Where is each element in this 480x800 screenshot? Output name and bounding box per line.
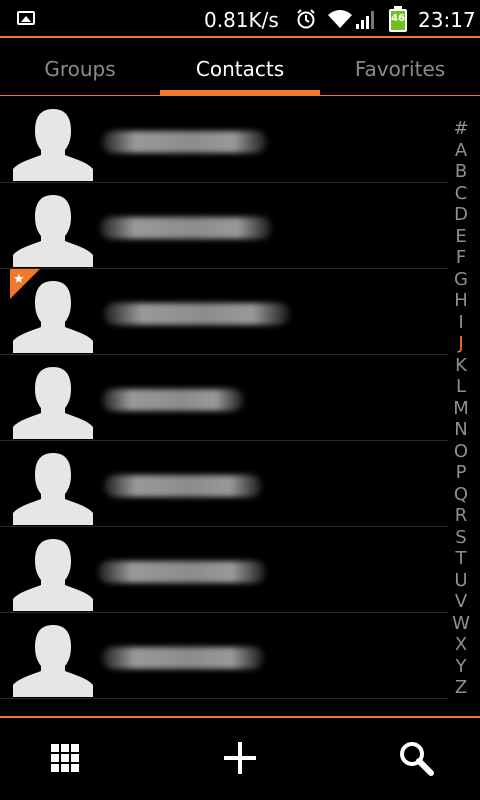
network-speed: 0.81K/s	[204, 8, 279, 32]
battery-level: 46	[391, 13, 405, 24]
contact-row[interactable]	[0, 441, 448, 527]
index-letter[interactable]: L	[450, 376, 472, 398]
avatar[interactable]	[13, 451, 93, 525]
contact-list[interactable]: ★	[0, 97, 448, 712]
bottom-action-bar	[0, 716, 480, 800]
contact-name-redacted	[102, 131, 267, 153]
contact-name-redacted	[104, 475, 262, 497]
index-letter[interactable]: H	[450, 290, 472, 312]
index-letter[interactable]: Z	[450, 677, 472, 699]
index-letter[interactable]: R	[450, 505, 472, 527]
index-letter[interactable]: W	[450, 613, 472, 635]
contact-name-redacted	[100, 217, 272, 239]
add-icon[interactable]	[220, 738, 260, 778]
index-letter[interactable]: J	[450, 333, 472, 355]
alphabet-index[interactable]: # A B C D E F G H I J K L M N O P Q R S T U V W X Y Z	[450, 118, 472, 699]
search-icon[interactable]	[396, 738, 436, 778]
tab-favorites[interactable]: Favorites	[320, 38, 480, 96]
index-letter[interactable]: I	[450, 312, 472, 334]
index-letter[interactable]: K	[450, 355, 472, 377]
index-letter[interactable]: T	[450, 548, 472, 570]
contact-name-redacted	[102, 647, 264, 669]
index-letter[interactable]: Q	[450, 484, 472, 506]
index-letter[interactable]: G	[450, 269, 472, 291]
contact-name-redacted	[98, 561, 266, 583]
contact-row[interactable]	[0, 97, 448, 183]
index-letter[interactable]: B	[450, 161, 472, 183]
contact-row[interactable]	[0, 613, 448, 699]
avatar[interactable]	[13, 365, 93, 439]
index-letter[interactable]: O	[450, 441, 472, 463]
index-letter[interactable]: U	[450, 570, 472, 592]
index-letter[interactable]: M	[450, 398, 472, 420]
index-letter[interactable]: #	[450, 118, 472, 140]
tab-groups[interactable]: Groups	[0, 38, 160, 96]
contact-row[interactable]: ★	[0, 269, 448, 355]
index-letter[interactable]: P	[450, 462, 472, 484]
signal-icon	[356, 11, 374, 29]
contact-row[interactable]	[0, 183, 448, 269]
index-letter[interactable]: A	[450, 140, 472, 162]
contact-row[interactable]	[0, 527, 448, 613]
index-letter[interactable]: C	[450, 183, 472, 205]
tab-contacts[interactable]: Contacts	[160, 38, 320, 96]
avatar[interactable]	[13, 623, 93, 697]
index-letter[interactable]: V	[450, 591, 472, 613]
contact-name-redacted	[102, 389, 244, 411]
index-letter[interactable]: D	[450, 204, 472, 226]
contact-row[interactable]	[0, 355, 448, 441]
index-letter[interactable]: N	[450, 419, 472, 441]
avatar[interactable]	[13, 537, 93, 611]
status-bar: 0.81K/s 46 23:17	[0, 0, 480, 38]
avatar[interactable]	[13, 193, 93, 267]
image-notification-icon	[17, 11, 35, 25]
index-letter[interactable]: E	[450, 226, 472, 248]
favorite-star-icon: ★	[10, 269, 40, 299]
svg-text:★: ★	[13, 272, 25, 287]
index-letter[interactable]: S	[450, 527, 472, 549]
grid-menu-icon[interactable]	[45, 738, 85, 778]
index-letter[interactable]: F	[450, 247, 472, 269]
avatar[interactable]	[13, 107, 93, 181]
wifi-icon	[328, 10, 352, 28]
tab-bar: Groups Contacts Favorites	[0, 38, 480, 96]
alarm-icon	[297, 9, 315, 29]
index-letter[interactable]: X	[450, 634, 472, 656]
clock: 23:17	[418, 8, 476, 32]
index-letter[interactable]: Y	[450, 656, 472, 678]
contact-name-redacted	[104, 303, 290, 325]
